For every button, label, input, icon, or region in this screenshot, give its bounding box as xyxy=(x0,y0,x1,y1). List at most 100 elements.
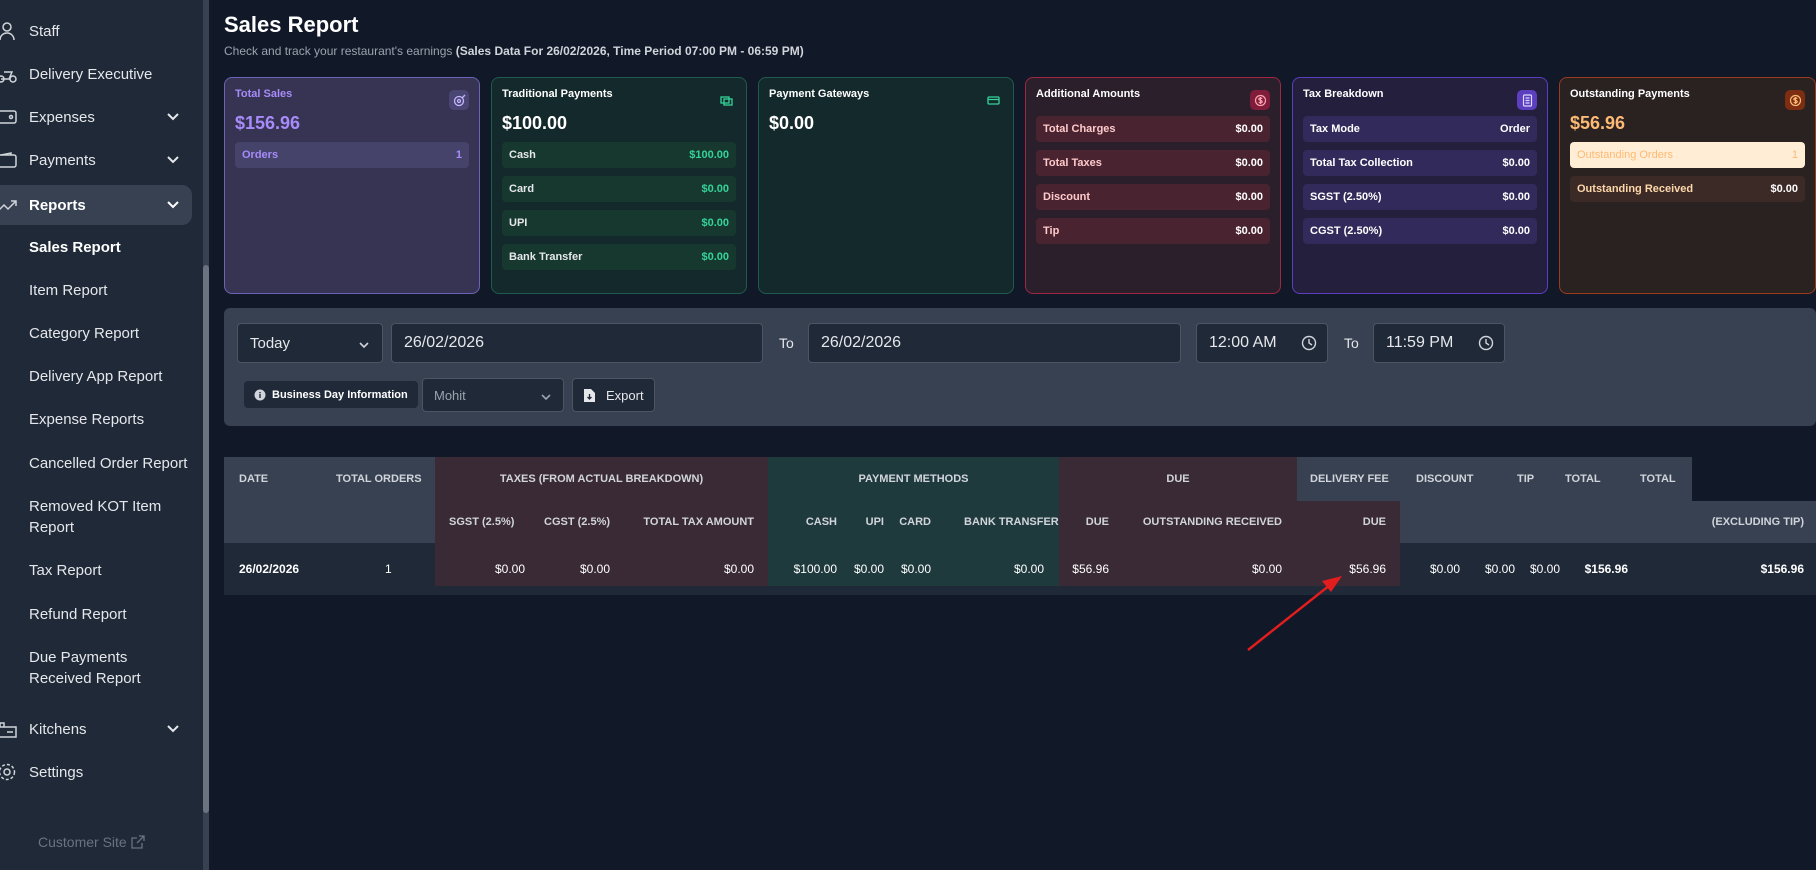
credit-card-icon xyxy=(983,90,1003,110)
th-outstanding-received: OUTSTANDING RECEIVED xyxy=(1142,516,1282,528)
card-title: Total Sales xyxy=(235,88,293,100)
sidebar-item-kitchens[interactable]: Kitchens xyxy=(0,709,192,749)
main-content: Sales Report Check and track your restau… xyxy=(209,0,1816,870)
sidebar-subitem-refund-report[interactable]: Refund Report xyxy=(29,604,199,625)
td-total: $156.96 xyxy=(1584,562,1628,576)
sidebar-subitem-sales-report[interactable]: Sales Report xyxy=(29,237,199,258)
td-date: 26/02/2026 xyxy=(239,562,300,576)
payments-icon xyxy=(0,149,18,171)
row-label: Discount xyxy=(1043,191,1091,203)
row-label: Outstanding Received xyxy=(1577,183,1694,195)
sidebar-subitem-item-report[interactable]: Item Report xyxy=(29,280,199,301)
th-cash: CASH xyxy=(805,516,837,528)
card-row-discount: Discount $0.00 xyxy=(1036,184,1270,210)
row-value: $0.00 xyxy=(701,251,729,263)
card-row-total-charges: Total Charges $0.00 xyxy=(1036,116,1270,142)
sidebar-subitem-tax-report[interactable]: Tax Report xyxy=(29,560,199,581)
business-day-info-label: Business Day Information xyxy=(272,388,408,401)
sidebar-subitem-delivery-app-report[interactable]: Delivery App Report xyxy=(29,366,199,387)
td-sgst: $0.00 xyxy=(494,562,525,576)
to-date-input[interactable]: 26/02/2026 xyxy=(808,323,1181,363)
row-value: $0.00 xyxy=(1235,123,1263,135)
customer-site-link[interactable]: Customer Site xyxy=(38,834,145,850)
sidebar-item-payments[interactable]: Payments xyxy=(0,140,192,180)
th-total-excluding-tip: TOTAL xyxy=(1640,473,1676,485)
row-value: $0.00 xyxy=(1770,183,1798,195)
sidebar-item-reports[interactable]: Reports xyxy=(0,185,192,225)
card-row-cgst: CGST (2.50%) $0.00 xyxy=(1303,218,1537,244)
th-sgst: SGST (2.5%) xyxy=(449,516,515,528)
row-label: Total Charges xyxy=(1043,123,1116,135)
card-amount: $0.00 xyxy=(769,113,815,133)
card-amount: $56.96 xyxy=(1570,113,1626,133)
filter-panel: Today 26/02/2026 To 26/02/2026 12:00 AM … xyxy=(224,308,1816,426)
sidebar-item-delivery-executive[interactable]: Delivery Executive xyxy=(0,54,192,94)
card-row-tax-mode: Tax Mode Order xyxy=(1303,116,1537,142)
to-time-input[interactable]: 11:59 PM xyxy=(1373,323,1505,363)
row-label: Bank Transfer xyxy=(509,251,583,263)
card-row-total-taxes: Total Taxes $0.00 xyxy=(1036,150,1270,176)
date-range-value: Today xyxy=(250,334,291,352)
sidebar-subitem-expense-reports[interactable]: Expense Reports xyxy=(29,409,199,430)
sidebar-item-expenses[interactable]: Expenses xyxy=(0,97,192,137)
chevron-down-icon xyxy=(541,394,551,401)
card-title: Additional Amounts xyxy=(1036,88,1141,100)
td-total-orders: 1 xyxy=(385,562,392,576)
sidebar-subitem-removed-kot-item-report[interactable]: Removed KOT Item Report xyxy=(29,496,169,538)
delivery-executive-icon xyxy=(0,63,18,85)
td-card: $0.00 xyxy=(900,562,931,576)
staff-select-value: Mohit xyxy=(434,387,466,403)
row-label: CGST (2.50%) xyxy=(1310,225,1383,237)
export-button[interactable]: Export xyxy=(572,378,655,412)
th-payment-methods-group: PAYMENT METHODS xyxy=(858,473,969,485)
row-value: $0.00 xyxy=(1235,157,1263,169)
sidebar-subitem-category-report[interactable]: Category Report xyxy=(29,323,199,344)
th-card: CARD xyxy=(899,516,931,528)
sidebar-subitem-due-payments-received-report[interactable]: Due Payments Received Report xyxy=(29,647,159,689)
td-outstanding-received: $0.00 xyxy=(1251,562,1282,576)
sidebar-item-staff[interactable]: Staff xyxy=(0,11,192,51)
th-date: DATE xyxy=(239,473,269,485)
from-date-input[interactable]: 26/02/2026 xyxy=(391,323,763,363)
sidebar-item-label: Settings xyxy=(29,763,84,781)
expenses-icon xyxy=(0,106,18,128)
card-row-upi: UPI $0.00 xyxy=(502,210,736,236)
sidebar-item-settings[interactable]: Settings xyxy=(0,752,192,792)
business-day-info-button[interactable]: Business Day Information xyxy=(244,381,418,408)
card-title: Traditional Payments xyxy=(502,88,613,100)
from-time-value: 12:00 AM xyxy=(1209,334,1277,351)
td-total-tax: $0.00 xyxy=(723,562,754,576)
page-subtitle-period: (Sales Data For 26/02/2026, Time Period … xyxy=(455,44,804,58)
th-taxes-group: TAXES (FROM ACTUAL BREAKDOWN) xyxy=(499,473,704,485)
th-bank-transfer: BANK TRANSFER xyxy=(964,516,1059,528)
th-discount: DISCOUNT xyxy=(1416,473,1474,485)
td-upi: $0.00 xyxy=(853,562,884,576)
clock-icon xyxy=(1301,335,1317,351)
sidebar-subitem-cancelled-order-report[interactable]: Cancelled Order Report xyxy=(29,453,199,474)
card-row-total-tax-collection: Total Tax Collection $0.00 xyxy=(1303,150,1537,176)
sales-target-icon xyxy=(449,90,469,110)
th-excluding-tip: (EXCLUDING TIP) xyxy=(1711,516,1804,528)
sidebar: Staff Delivery Executive Expenses Paymen… xyxy=(0,0,209,870)
page-subtitle-text: Check and track your restaurant's earnin… xyxy=(224,44,453,58)
sidebar-item-label: Payments xyxy=(29,151,96,169)
row-value: $0.00 xyxy=(1235,225,1263,237)
clock-icon xyxy=(1478,335,1494,351)
info-icon xyxy=(254,389,266,400)
date-range-select[interactable]: Today xyxy=(237,323,383,363)
row-value: 1 xyxy=(1791,149,1798,161)
card-row-outstanding-received: Outstanding Received $0.00 xyxy=(1570,176,1805,202)
th-delivery-fee: DELIVERY FEE xyxy=(1310,473,1389,485)
card-row-cash: Cash $100.00 xyxy=(502,142,736,168)
customer-site-label: Customer Site xyxy=(38,834,127,850)
card-title: Payment Gateways xyxy=(769,88,870,100)
to-label: To xyxy=(779,335,794,351)
card-amount: $100.00 xyxy=(502,113,568,133)
chevron-down-icon xyxy=(167,113,179,121)
card-title: Tax Breakdown xyxy=(1303,88,1384,100)
dollar-icon xyxy=(1785,90,1805,110)
row-value: 1 xyxy=(455,149,462,161)
from-time-input[interactable]: 12:00 AM xyxy=(1196,323,1328,363)
staff-select[interactable]: Mohit xyxy=(422,378,564,412)
sidebar-item-label: Kitchens xyxy=(29,720,87,738)
